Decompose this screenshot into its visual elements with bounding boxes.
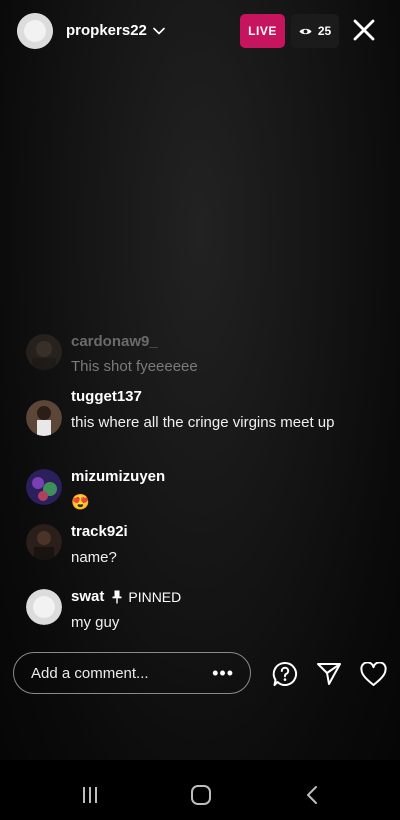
share-button[interactable] [315,660,343,688]
home-icon [191,785,211,805]
comment-item: cardonaw9_ This shot fyeeeeee [26,334,356,379]
comment-text: name? [71,549,117,566]
close-icon [353,19,375,41]
system-navigation-bar [0,760,400,820]
commenter-username[interactable]: swat [71,589,104,604]
default-avatar-icon [26,589,62,625]
host-username-label: propkers22 [66,22,147,39]
heart-icon [359,661,387,686]
comment-item: mizumizuyen 😍 [26,469,356,515]
commenter-username[interactable]: mizumizuyen [71,469,165,484]
commenter-avatar[interactable] [26,589,62,625]
comment-input-placeholder: Add a comment... [31,664,149,682]
comment-text: this where all the cringe virgins meet u… [71,414,335,431]
chevron-down-icon [153,27,165,34]
commenter-avatar[interactable] [26,524,62,560]
comment-item: track92i name? [26,524,356,570]
recent-apps-button[interactable] [76,784,104,806]
more-options-icon[interactable]: ••• [212,664,234,682]
pin-icon [112,590,122,603]
back-chevron-icon [307,786,317,804]
commenter-avatar[interactable] [26,400,62,436]
viewer-count: 25 [317,24,332,38]
home-button[interactable] [187,784,215,806]
host-avatar[interactable] [17,13,53,49]
commenter-username[interactable]: track92i [71,524,128,539]
comment-text: 😍 [71,494,90,511]
question-button[interactable] [271,660,299,688]
commenter-username[interactable]: tugget137 [71,389,341,404]
default-avatar-icon [17,13,53,49]
comment-text: my guy [71,614,120,631]
live-label: LIVE [248,24,277,38]
back-button[interactable] [298,784,326,806]
pinned-indicator: PINNED [112,590,181,604]
live-stream-screen: propkers22 LIVE 25 cardonaw9_ This shot … [0,0,400,820]
paper-plane-icon [317,663,341,685]
comment-text: This shot fyeeeeee [71,358,198,375]
pinned-comment: swat PINNED my guy [26,589,356,635]
host-username[interactable]: propkers22 [66,22,165,39]
comment-item: tugget137 this where all the cringe virg… [26,389,356,436]
question-bubble-icon [272,661,297,686]
commenter-avatar[interactable] [26,469,62,505]
close-button[interactable] [350,16,378,44]
like-button[interactable] [359,660,387,688]
commenter-username[interactable]: cardonaw9_ [71,334,198,349]
eye-icon [299,28,312,34]
recent-apps-icon [83,787,97,803]
commenter-avatar[interactable] [26,334,62,370]
viewer-count-badge[interactable]: 25 [291,14,339,48]
pinned-label: PINNED [128,588,182,605]
live-badge: LIVE [240,14,285,48]
comment-input[interactable]: Add a comment... ••• [13,652,251,694]
